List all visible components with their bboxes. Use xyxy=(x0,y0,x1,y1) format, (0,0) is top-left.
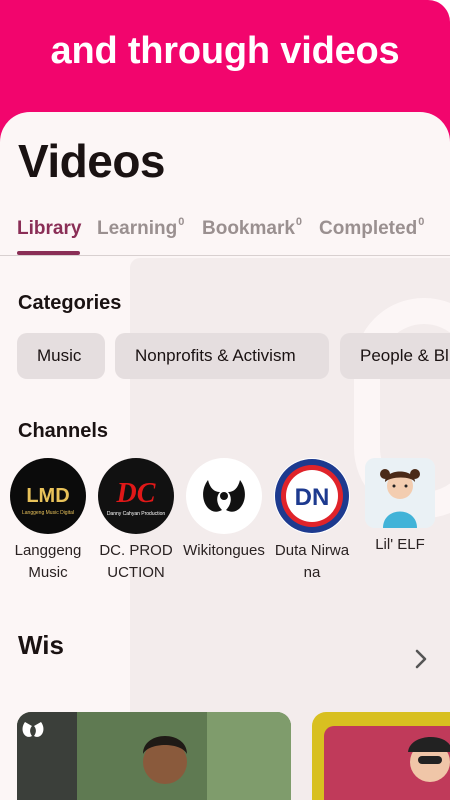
dn-logo-icon: DN xyxy=(275,459,349,533)
video-thumbnail[interactable] xyxy=(312,712,450,800)
channel-name: Duta Nirwana xyxy=(274,542,350,581)
playlist-title: Wis xyxy=(18,630,64,660)
channel-name: Wikitongues xyxy=(183,542,265,559)
wikitongues-logo-icon xyxy=(187,459,261,533)
dc-logo-icon: DC Danny Cahyan Production xyxy=(99,459,173,533)
svg-text:DN: DN xyxy=(295,484,330,511)
chip-nonprofits[interactable]: Nonprofits & Activism xyxy=(115,333,329,379)
child-photo-icon xyxy=(365,458,435,528)
channel-name: Langgeng Music xyxy=(14,542,82,581)
svg-text:Langgeng Music Digital: Langgeng Music Digital xyxy=(22,510,74,516)
channel-name: DC. PRODUCTION xyxy=(99,542,173,581)
channel-dc-production[interactable]: DC Danny Cahyan Production DC. PRODUCTIO… xyxy=(95,458,177,584)
channel-langgeng-music[interactable]: LMD Langgeng Music Digital Langgeng Musi… xyxy=(7,458,89,584)
banner-text: and through videos xyxy=(50,30,400,72)
tab-library[interactable]: Library xyxy=(17,216,82,240)
tab-completed[interactable]: Completed0 xyxy=(319,216,424,240)
video-thumbnail-image xyxy=(312,712,450,800)
channel-avatar xyxy=(186,458,262,534)
svg-text:LMD: LMD xyxy=(26,485,69,507)
content-sheet: Videos Library Learning0 Bookmark0 Compl… xyxy=(0,112,450,800)
svg-text:Danny Cahyan Production: Danny Cahyan Production xyxy=(107,511,166,517)
channel-avatar xyxy=(365,458,435,528)
chip-people[interactable]: People & Bl xyxy=(340,333,450,379)
categories-heading: Categories xyxy=(18,292,122,314)
chevron-right-icon[interactable] xyxy=(410,648,432,670)
channel-name: Lil' ELF xyxy=(375,536,425,553)
video-thumbnail-image xyxy=(17,712,291,800)
video-thumbnail[interactable] xyxy=(17,712,291,800)
channel-duta-nirwana[interactable]: DN Duta Nirwana xyxy=(271,458,353,584)
channel-lil-elf[interactable]: Lil' ELF xyxy=(359,458,441,556)
channel-avatar: DN xyxy=(274,458,350,534)
channel-avatar: DC Danny Cahyan Production xyxy=(98,458,174,534)
lmd-logo-icon: LMD Langgeng Music Digital xyxy=(11,459,85,533)
channel-avatar: LMD Langgeng Music Digital xyxy=(10,458,86,534)
page-title: Videos xyxy=(18,135,166,187)
active-tab-indicator xyxy=(17,251,80,255)
svg-text:DC: DC xyxy=(116,478,156,509)
channel-wikitongues[interactable]: Wikitongues xyxy=(183,458,265,562)
chip-music[interactable]: Music xyxy=(17,333,105,379)
tab-bookmark[interactable]: Bookmark0 xyxy=(202,216,302,240)
tab-learning[interactable]: Learning0 xyxy=(97,216,184,240)
tab-bar: Library Learning0 Bookmark0 Completed0 xyxy=(0,208,450,256)
channels-heading: Channels xyxy=(18,420,109,442)
